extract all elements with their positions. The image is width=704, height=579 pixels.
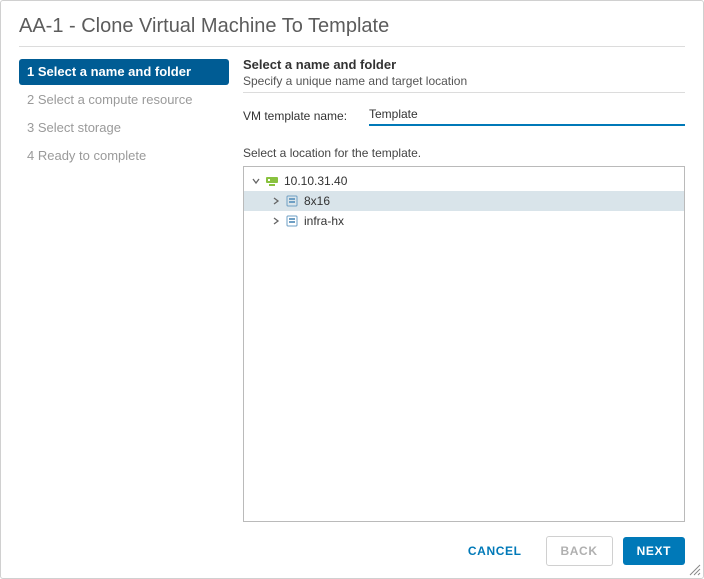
step-content: Select a name and folder Specify a uniqu… xyxy=(229,57,685,522)
next-button[interactable]: NEXT xyxy=(623,537,685,565)
resize-handle-icon xyxy=(689,564,701,576)
vcenter-icon xyxy=(264,173,280,189)
tree-node-label: 8x16 xyxy=(304,194,330,208)
tree-node-infra-hx[interactable]: infra-hx xyxy=(244,211,684,231)
divider xyxy=(243,92,685,93)
dialog-body: 1 Select a name and folder 2 Select a co… xyxy=(19,57,685,522)
back-button: BACK xyxy=(546,536,613,566)
dialog-footer: CANCEL BACK NEXT xyxy=(19,522,685,566)
template-name-label: VM template name: xyxy=(243,109,369,123)
step-storage: 3 Select storage xyxy=(19,115,229,141)
tree-root-label: 10.10.31.40 xyxy=(284,174,347,188)
step-name-folder[interactable]: 1 Select a name and folder xyxy=(19,59,229,85)
section-subheading: Specify a unique name and target locatio… xyxy=(243,74,685,88)
location-tree[interactable]: 10.10.31.40 8x16 xyxy=(243,166,685,522)
wizard-steps: 1 Select a name and folder 2 Select a co… xyxy=(19,57,229,522)
dialog-title: AA-1 - Clone Virtual Machine To Template xyxy=(19,15,685,47)
chevron-right-icon[interactable] xyxy=(270,197,282,205)
tree-node-label: infra-hx xyxy=(304,214,344,228)
template-name-input[interactable] xyxy=(369,105,685,126)
location-label: Select a location for the template. xyxy=(243,146,685,160)
chevron-right-icon[interactable] xyxy=(270,217,282,225)
datacenter-icon xyxy=(284,213,300,229)
tree-root[interactable]: 10.10.31.40 xyxy=(244,171,684,191)
chevron-down-icon[interactable] xyxy=(250,177,262,185)
datacenter-icon xyxy=(284,193,300,209)
section-heading: Select a name and folder xyxy=(243,57,685,72)
template-name-row: VM template name: xyxy=(243,105,685,126)
clone-template-dialog: AA-1 - Clone Virtual Machine To Template… xyxy=(0,0,704,579)
step-ready: 4 Ready to complete xyxy=(19,143,229,169)
step-compute: 2 Select a compute resource xyxy=(19,87,229,113)
cancel-button[interactable]: CANCEL xyxy=(454,537,536,565)
tree-node-8x16[interactable]: 8x16 xyxy=(244,191,684,211)
